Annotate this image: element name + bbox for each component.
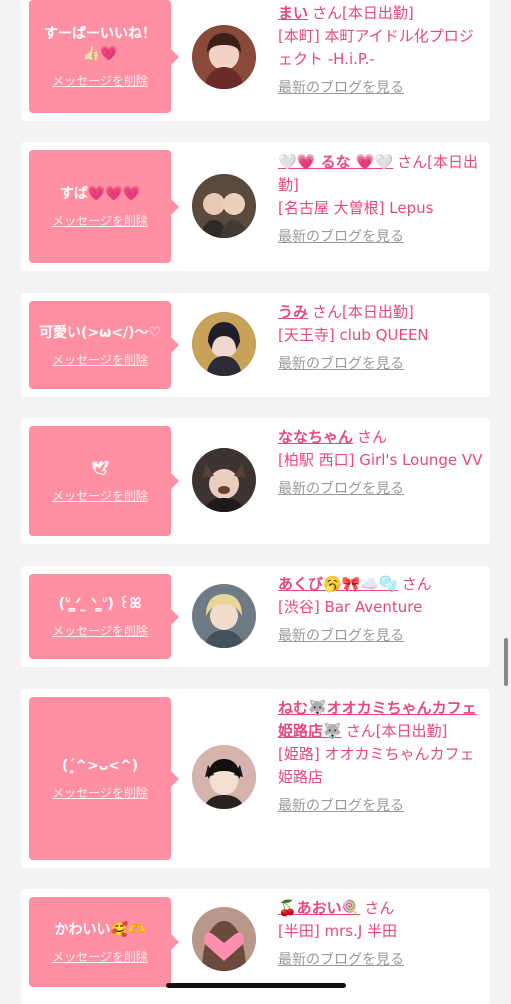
shop-name: [天王寺] club QUEEN — [278, 326, 429, 344]
match-card: 可愛い(>ω</)〜♡ メッセージを削除 うみ さん[本日出勤] [天王寺] cl… — [21, 293, 490, 397]
work-status: [本日出勤] — [342, 4, 414, 22]
delete-message-link[interactable]: メッセージを削除 — [52, 212, 148, 229]
shop-name: [本町] 本町アイドル化プロジェクト -H.i.P.- — [278, 27, 474, 68]
message-bubble: すば💗💗💗 メッセージを削除 — [29, 150, 179, 263]
shop-name: [半田] mrs.J 半田 — [278, 922, 398, 940]
latest-blog-link[interactable]: 最新のブログを見る — [278, 77, 404, 100]
delete-message-link[interactable]: メッセージを削除 — [52, 487, 148, 504]
latest-blog-link[interactable]: 最新のブログを見る — [278, 226, 404, 249]
message-text: すーぱーいいね！👍🏻💗 — [44, 26, 156, 62]
message-text: (ᐡ ̳ᐟ ̫ ᐠ ̳ᐡ) ꒰ꕤ — [58, 596, 142, 612]
delete-message-link[interactable]: メッセージを削除 — [52, 351, 148, 368]
work-status: [本日出勤] — [375, 722, 448, 740]
avatar[interactable] — [192, 174, 256, 238]
delete-message-link[interactable]: メッセージを削除 — [52, 784, 148, 801]
message-bubble: (ˊ̥^>ᴗ<^) メッセージを削除 — [29, 697, 179, 860]
avatar[interactable] — [192, 448, 256, 512]
scrollbar[interactable] — [504, 638, 508, 686]
match-card: (ᐡ ̳ᐟ ̫ ᐠ ̳ᐡ) ꒰ꕤ メッセージを削除 あくび🥱🎀☁️🫧 さん [渋谷… — [21, 566, 490, 667]
avatar[interactable] — [192, 584, 256, 648]
shop-name: [柏駅 西口] Girl's Lounge VV — [278, 451, 483, 469]
home-indicator[interactable] — [166, 983, 346, 988]
work-status: [本日出勤] — [342, 303, 414, 321]
shop-name: [姫路] オオカミちゃんカフェ姫路店 — [278, 745, 475, 786]
shop-name: [名古屋 大曽根] Lepus — [278, 199, 434, 217]
latest-blog-link[interactable]: 最新のブログを見る — [278, 795, 404, 818]
message-text: (ˊ̥^>ᴗ<^) — [61, 758, 139, 774]
cast-name-link[interactable]: 🍒あおい🍭 — [278, 899, 360, 917]
message-bubble: すーぱーいいね！👍🏻💗 メッセージを削除 — [29, 0, 179, 113]
cast-name-link[interactable]: うみ — [278, 303, 308, 321]
latest-blog-link[interactable]: 最新のブログを見る — [278, 949, 404, 972]
cast-name-link[interactable]: あくび🥱🎀☁️🫧 — [278, 575, 398, 593]
match-card: すーぱーいいね！👍🏻💗 メッセージを削除 まい さん[本日出勤] [本町] 本町ア… — [21, 0, 490, 121]
honorific: さん — [364, 899, 395, 917]
profile-info: 🍒あおい🍭 さん [半田] mrs.J 半田 最新のブログを見る — [278, 897, 483, 972]
profile-info: うみ さん[本日出勤] [天王寺] club QUEEN 最新のブログを見る — [278, 301, 483, 376]
match-card: すば💗💗💗 メッセージを削除 🤍💗 るな 💗🤍 さん[本日出勤] [名古屋 大曽根… — [21, 142, 490, 271]
honorific: さん — [312, 303, 343, 321]
message-text: 🕊 — [91, 460, 109, 477]
message-text: すば💗💗💗 — [59, 186, 141, 202]
delete-message-link[interactable]: メッセージを削除 — [52, 948, 148, 965]
avatar[interactable] — [192, 907, 256, 971]
delete-message-link[interactable]: メッセージを削除 — [52, 72, 148, 89]
cast-name-link[interactable]: 🤍💗 るな 💗🤍 — [278, 153, 393, 171]
message-bubble: 🕊 メッセージを削除 — [29, 426, 179, 536]
latest-blog-link[interactable]: 最新のブログを見る — [278, 353, 404, 376]
message-text: 可愛い(>ω</)〜♡ — [38, 324, 162, 341]
honorific: さん — [397, 153, 428, 171]
honorific: さん — [401, 575, 432, 593]
cast-name-link[interactable]: ななちゃん — [278, 428, 353, 446]
profile-info: ねむ🐺オオカミちゃんカフェ姫路店🐺 さん[本日出勤] [姫路] オオカミちゃんカフ… — [278, 697, 483, 818]
latest-blog-link[interactable]: 最新のブログを見る — [278, 625, 404, 648]
honorific: さん — [345, 722, 376, 740]
honorific: さん — [312, 4, 343, 22]
message-bubble: (ᐡ ̳ᐟ ̫ ᐠ ̳ᐡ) ꒰ꕤ メッセージを削除 — [29, 574, 179, 659]
latest-blog-link[interactable]: 最新のブログを見る — [278, 478, 404, 501]
match-card: 🕊 メッセージを削除 ななちゃん さん [柏駅 西口] Girl's Lounge… — [21, 418, 490, 544]
message-bubble: かわいい🥰🫶 メッセージを削除 — [29, 897, 179, 987]
profile-info: まい さん[本日出勤] [本町] 本町アイドル化プロジェクト -H.i.P.- 最… — [278, 2, 483, 100]
avatar[interactable] — [192, 745, 256, 809]
delete-message-link[interactable]: メッセージを削除 — [52, 622, 148, 639]
avatar[interactable] — [192, 312, 256, 376]
profile-info: 🤍💗 るな 💗🤍 さん[本日出勤] [名古屋 大曽根] Lepus 最新のブログを… — [278, 151, 483, 249]
message-text: かわいい🥰🫶 — [54, 921, 146, 938]
honorific: さん — [357, 428, 388, 446]
match-card: (ˊ̥^>ᴗ<^) メッセージを削除 ねむ🐺オオカミちゃんカフェ姫路店🐺 さん[本… — [21, 689, 490, 868]
profile-info: あくび🥱🎀☁️🫧 さん [渋谷] Bar Aventure 最新のブログを見る — [278, 573, 483, 648]
profile-info: ななちゃん さん [柏駅 西口] Girl's Lounge VV 最新のブログを… — [278, 426, 483, 501]
avatar[interactable] — [192, 25, 256, 89]
cast-name-link[interactable]: まい — [278, 4, 308, 22]
shop-name: [渋谷] Bar Aventure — [278, 598, 423, 616]
message-bubble: 可愛い(>ω</)〜♡ メッセージを削除 — [29, 301, 179, 389]
